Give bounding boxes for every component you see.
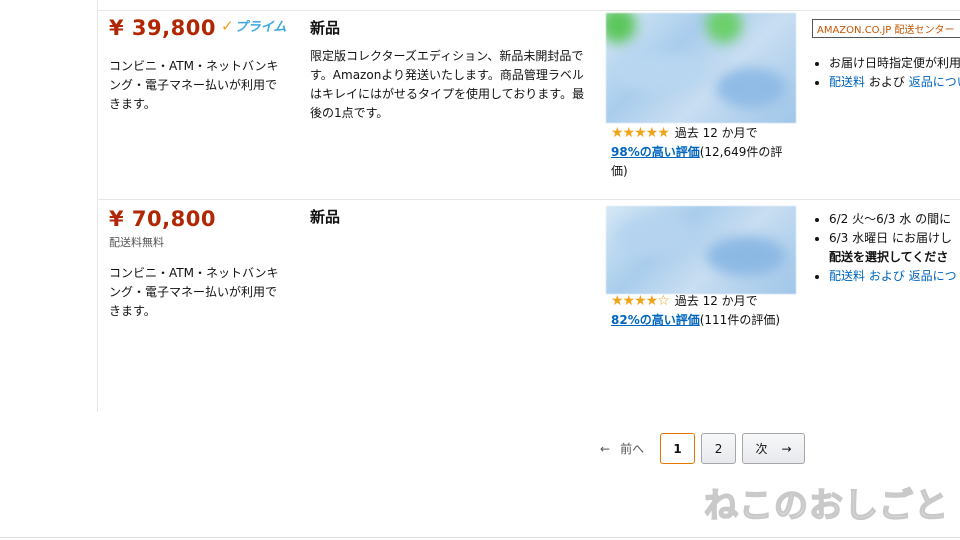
delivery-line: 6/3 水曜日 にお届けし配送を選択してくださ [829, 229, 960, 267]
rating-link[interactable]: 82%の高い評価 [611, 313, 700, 327]
delivery-connector: および [868, 75, 905, 89]
offer-description: 限定版コレクターズエディション、新品未開封品です。Amazonより発送いたします… [310, 49, 585, 120]
bottom-divider [0, 537, 960, 538]
delivery-date: 6/3 水曜日 にお届けし [829, 231, 952, 245]
offer-row: ¥ 39,800 ✓ プライム コンビニ・ATM・ネットバンキング・電子マネー払… [98, 10, 960, 199]
delivery-option: 配送を選択してくださ [829, 250, 949, 264]
page-1-button[interactable]: 1 [660, 433, 696, 464]
fulfillment-badge: AMAZON.CO.JP 配送センター [812, 19, 960, 38]
seller-logo-image[interactable] [606, 206, 796, 294]
arrow-left-icon: ← [600, 441, 611, 456]
delivery-line: 6/2 火～6/3 水 の間に [829, 210, 960, 229]
rating-period: 過去 12 か月で [674, 126, 758, 140]
free-shipping-note: 配送料無料 [109, 236, 164, 249]
arrow-right-icon: → [781, 441, 792, 456]
shipping-fee-link[interactable]: 配送料 [829, 75, 865, 89]
rating-link[interactable]: 98%の高い評価 [611, 145, 700, 159]
payment-note: コンビニ・ATM・ネットバンキング・電子マネー払いが利用できます。 [109, 59, 279, 111]
offer-price: ¥ 70,800 [109, 207, 216, 231]
prev-page: ← 前へ [594, 440, 654, 457]
returns-link[interactable]: 返品について [909, 75, 960, 89]
delivery-line: お届け日時指定便が利用 [829, 54, 960, 73]
delivery-line: 配送料 および 返品につ [829, 267, 960, 286]
prime-label: プライム [234, 20, 287, 35]
next-page-button[interactable]: 次 → [742, 433, 806, 464]
watermark-logo: ねこのおしごと [703, 485, 949, 527]
seller-rating: ★★★★☆ 過去 12 か月で 82%の高い評価(111件の評価) [611, 292, 793, 330]
offer-condition: 新品 [310, 208, 341, 226]
seller-logo-image[interactable] [606, 13, 796, 123]
seller-rating: ★★★★★ 過去 12 か月で 98%の高い評価(12,649件の評価) [611, 124, 793, 181]
delivery-info: お届け日時指定便が利用 配送料 および 返品について [810, 54, 960, 92]
offer-price: ¥ 39,800 [109, 16, 216, 40]
pagination: ← 前へ 1 2 次 → [594, 433, 806, 464]
prime-badge: ✓ プライム [221, 16, 287, 36]
offer-row: ¥ 70,800 配送料無料 コンビニ・ATM・ネットバンキング・電子マネー払い… [98, 199, 960, 399]
payment-note: コンビニ・ATM・ネットバンキング・電子マネー払いが利用できます。 [109, 266, 279, 318]
star-rating-icon: ★★★★☆ [611, 293, 670, 309]
page-2-button[interactable]: 2 [701, 433, 737, 464]
prime-check-icon: ✓ [221, 16, 234, 35]
star-rating-icon: ★★★★★ [611, 125, 670, 141]
next-page-label: 次 [755, 442, 768, 456]
offer-condition: 新品 [310, 19, 341, 37]
delivery-info: 6/2 火～6/3 水 の間に 6/3 水曜日 にお届けし配送を選択してくださ … [810, 210, 960, 286]
prev-page-label: 前へ [620, 442, 645, 456]
shipping-returns-link[interactable]: 配送料 および 返品につ [829, 269, 957, 283]
delivery-line: 配送料 および 返品について [829, 73, 960, 92]
rating-period: 過去 12 か月で [674, 294, 758, 308]
rating-count: (111件の評価) [699, 313, 781, 327]
